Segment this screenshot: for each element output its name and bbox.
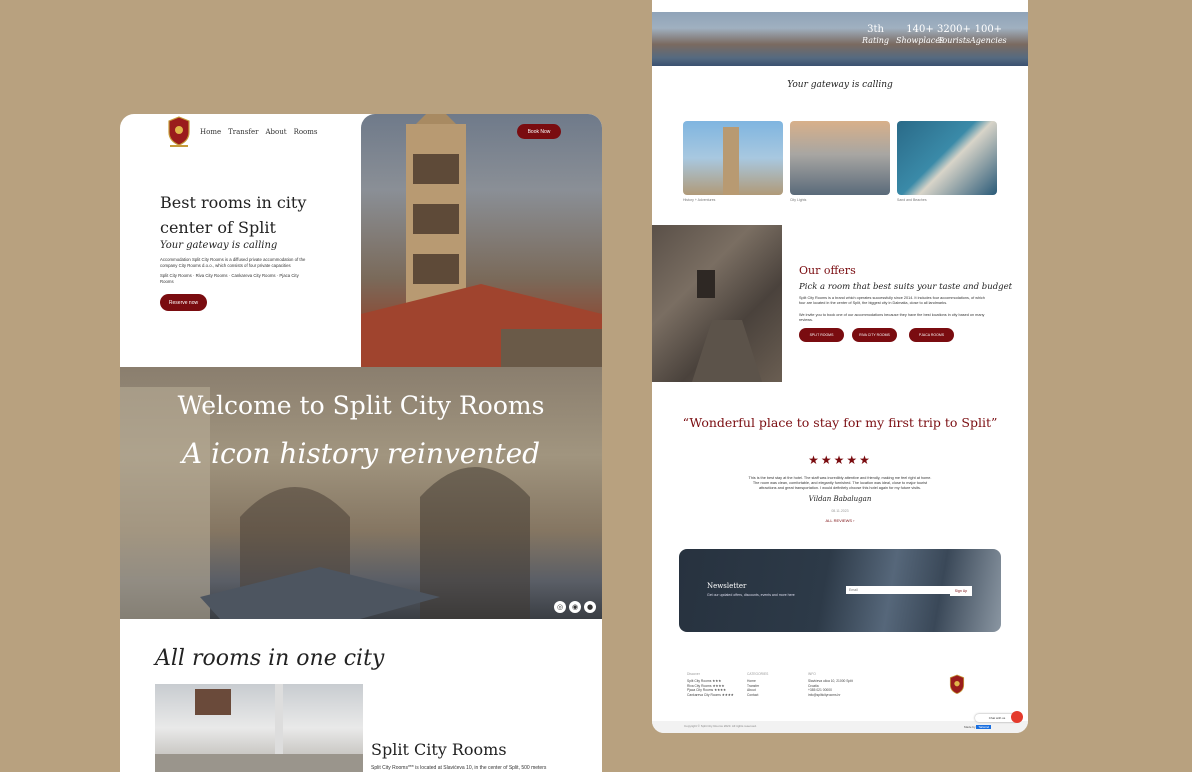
- newsletter-section: Newsletter Get our updated offers, disco…: [679, 549, 1001, 632]
- gallery-caption: Sand and Beaches: [897, 198, 927, 202]
- hero-property-list: Split City Rooms · Riva City Rooms · Can…: [160, 273, 299, 284]
- nav-rooms[interactable]: Rooms: [294, 128, 318, 136]
- offer-riva-rooms-button[interactable]: RIVA CITY ROOMS: [852, 328, 897, 342]
- book-now-button[interactable]: Book Now: [517, 124, 561, 139]
- footer-discover: Discover Split City Rooms ★★★ Riva City …: [687, 672, 734, 698]
- rooms-heading: All rooms in one city: [155, 646, 385, 671]
- offers-description: Split City Rooms is a brand which operat…: [799, 296, 985, 305]
- gallery-caption: City Lights: [790, 198, 807, 202]
- newsletter-description: Get our updated offers, discounts, event…: [707, 593, 795, 597]
- reserve-now-button[interactable]: Reserve now: [160, 294, 207, 311]
- newsletter-email-input[interactable]: [846, 586, 954, 594]
- bell-tower-photo: [361, 114, 602, 367]
- review-text: This is the best stay at the hotel. The …: [748, 476, 932, 490]
- newsletter-title: Newsletter: [707, 582, 747, 590]
- footer-categories: CATEGORIES Home Transfer About Contact: [747, 672, 769, 698]
- newsletter-signup-button[interactable]: Sign Up: [950, 586, 972, 596]
- tripadvisor-icon[interactable]: ◎: [554, 601, 566, 613]
- footer-link[interactable]: Cankareva City Rooms ★★★★: [687, 693, 734, 698]
- instagram-icon[interactable]: ◉: [569, 601, 581, 613]
- stat-rating: 3th Rating: [862, 24, 890, 45]
- footer-email-link[interactable]: info@splitcityrooms.hr: [808, 693, 853, 698]
- room-photo: [155, 684, 363, 772]
- hero-description: Accommodation Split City Rooms is a diff…: [160, 257, 306, 268]
- nav-about[interactable]: About: [265, 128, 286, 136]
- offers-description-2: We invite you to book one of our accommo…: [799, 313, 985, 322]
- nav-home[interactable]: Home: [200, 128, 221, 136]
- footer-logo[interactable]: [947, 672, 967, 698]
- chat-bubble-icon[interactable]: [1011, 711, 1023, 723]
- brand-logo[interactable]: [164, 114, 194, 150]
- gallery-beaches-photo[interactable]: [897, 121, 997, 195]
- room-description: Split City Rooms*** is located at Slavić…: [371, 765, 547, 771]
- offers-subtitle: Pick a room that best suits your taste a…: [799, 282, 1013, 292]
- stat-tourists: 3200+ Tourists: [937, 24, 971, 45]
- welcome-title: Welcome to Split City Rooms: [177, 391, 545, 420]
- nav-transfer[interactable]: Transfer: [228, 128, 258, 136]
- review-date: 08.11.2023: [831, 509, 849, 513]
- review-stars: ★★★★★: [808, 453, 872, 467]
- footer-info: INFO Slavićeva ulica 10, 21000 Split Cro…: [808, 672, 853, 698]
- copyright-text: Copyright © Split City Rooms 2023. All r…: [684, 724, 757, 728]
- gallery-history-photo[interactable]: [683, 121, 783, 195]
- gallery-caption: History + Adventures: [683, 198, 716, 202]
- left-page-preview: Home Transfer About Rooms Book Now Best …: [120, 114, 602, 772]
- offers-title: Our offers: [799, 264, 856, 277]
- review-author: Vildan Babalugan: [808, 495, 872, 503]
- hero-subtitle: Your gateway is calling: [160, 240, 278, 251]
- main-nav: Home Transfer About Rooms: [200, 128, 318, 136]
- welcome-subtitle: A icon history reinvented: [181, 437, 541, 470]
- gateway-tagline: Your gateway is calling: [787, 80, 893, 90]
- offer-split-rooms-button[interactable]: SPLIT ROOMS: [799, 328, 844, 342]
- footer-link[interactable]: Contact: [747, 693, 768, 698]
- offer-pjaca-rooms-button[interactable]: PJACA ROOMS: [909, 328, 954, 342]
- right-page-preview: 3th Rating 140+ Showplaces 3200+ Tourists 1…: [652, 0, 1028, 733]
- stats-banner: 3th Rating 140+ Showplaces 3200+ Tourists 1…: [652, 12, 1028, 66]
- gallery-city-lights-photo[interactable]: [790, 121, 890, 195]
- room-title: Split City Rooms: [371, 740, 507, 759]
- chat-icon[interactable]: ●: [584, 601, 596, 613]
- stat-agencies: 100+ Agencies: [970, 24, 1007, 45]
- hero-title: Best rooms in city center of Split: [160, 193, 307, 237]
- welcome-banner: Welcome to Split City Rooms A icon histo…: [120, 367, 602, 619]
- made-by-badge[interactable]: Made by Tailwind: [964, 725, 992, 729]
- review-quote: “Wonderful place to stay for my first tr…: [682, 415, 998, 430]
- all-reviews-link[interactable]: ALL REVIEWS ›: [652, 518, 1028, 523]
- stone-stairs-photo: [652, 225, 782, 382]
